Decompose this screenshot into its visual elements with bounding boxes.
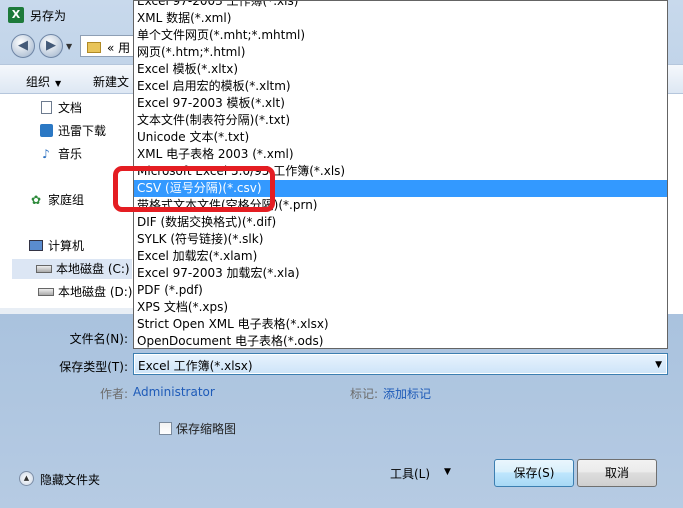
file-type-option[interactable]: Excel 97-2003 工作簿(*.xls) [134, 1, 667, 10]
sidebar-item-computer[interactable]: 计算机 [28, 236, 84, 256]
folder-icon [87, 42, 101, 53]
file-type-option[interactable]: XML 电子表格 2003 (*.xml) [134, 146, 667, 163]
sidebar-scroll-overflow [0, 308, 134, 314]
file-type-option[interactable]: OpenDocument 电子表格(*.ods) [134, 333, 667, 348]
file-type-option[interactable]: XML 数据(*.xml) [134, 10, 667, 27]
save-type-select[interactable]: Excel 工作簿(*.xlsx) ▼ [133, 353, 668, 375]
chevron-down-icon: ▼ [55, 79, 62, 88]
music-icon: ♪ [42, 147, 50, 161]
file-type-option[interactable]: Excel 97-2003 加载宏(*.xla) [134, 265, 667, 282]
collapse-up-icon[interactable]: ▲ [19, 471, 34, 486]
file-type-option[interactable]: 文本文件(制表符分隔)(*.txt) [134, 112, 667, 129]
cancel-button[interactable]: 取消 [577, 459, 657, 487]
file-type-option[interactable]: Excel 启用宏的模板(*.xltm) [134, 78, 667, 95]
chevron-down-icon[interactable]: ▼ [444, 467, 451, 477]
address-text: « 用 [107, 41, 131, 55]
sidebar-item-xunlei-downloads[interactable]: 迅雷下载 [38, 121, 106, 141]
sidebar-item-label: 本地磁盘 (C:) [56, 262, 130, 276]
file-type-option[interactable]: Strict Open XML 电子表格(*.xlsx) [134, 316, 667, 333]
address-bar[interactable]: « 用 [80, 35, 140, 57]
back-arrow-icon: ◀ [18, 38, 28, 53]
drive-icon [36, 265, 52, 273]
author-value[interactable]: Administrator [133, 385, 215, 399]
file-type-option[interactable]: Excel 模板(*.xltx) [134, 61, 667, 78]
file-type-option[interactable]: Unicode 文本(*.txt) [134, 129, 667, 146]
forward-arrow-icon: ▶ [46, 38, 56, 53]
download-icon [39, 124, 53, 137]
forward-button[interactable]: ▶ [39, 34, 63, 58]
organize-button[interactable]: 组织 ▼ [26, 73, 61, 90]
sidebar-item-homegroup[interactable]: ✿ 家庭组 [28, 190, 84, 210]
recent-locations-dropdown[interactable]: ▼ [66, 42, 72, 51]
document-icon [40, 101, 52, 114]
window-title: 另存为 [30, 9, 67, 23]
file-type-option[interactable]: XPS 文档(*.xps) [134, 299, 667, 316]
sidebar-item-documents[interactable]: 文档 [38, 98, 82, 118]
sidebar-item-label: 音乐 [58, 147, 83, 161]
filename-label: 文件名(N): [69, 332, 128, 346]
file-type-option[interactable]: Excel 加载宏(*.xlam) [134, 248, 667, 265]
excel-app-icon: X [8, 7, 24, 23]
new-folder-label: 新建文 [93, 75, 130, 89]
sidebar-item-drive-d[interactable]: 本地磁盘 (D:) [38, 282, 132, 302]
tags-value[interactable]: 添加标记 [383, 385, 431, 402]
file-type-option[interactable]: Microsoft Excel 5.0/95 工作簿(*.xls) [134, 163, 667, 180]
file-type-option[interactable]: 网页(*.htm;*.html) [134, 44, 667, 61]
save-type-dropdown-list: Excel 97-2003 工作簿(*.xls) XML 数据(*.xml) 单… [133, 0, 668, 349]
save-button[interactable]: 保存(S) [494, 459, 574, 487]
chevron-down-icon: ▼ [655, 360, 662, 370]
back-button[interactable]: ◀ [11, 34, 35, 58]
sidebar-item-label: 迅雷下载 [58, 124, 107, 138]
homegroup-icon: ✿ [30, 193, 42, 207]
sidebar-item-label: 文档 [58, 101, 83, 115]
file-type-option[interactable]: 带格式文本文件(空格分隔)(*.prn) [134, 197, 667, 214]
sidebar-item-label: 家庭组 [48, 193, 85, 207]
author-label: 作者: [100, 387, 129, 401]
file-type-option[interactable]: DIF (数据交换格式)(*.dif) [134, 214, 667, 231]
file-type-option-selected[interactable]: CSV (逗号分隔)(*.csv) [134, 180, 667, 197]
organize-label: 组织 [26, 75, 51, 89]
sidebar-item-music[interactable]: ♪ 音乐 [38, 144, 82, 164]
save-as-dialog: X 另存为 ◀ ▶ ▼ « 用 组织 ▼ 新建文 文档 迅雷下载 ♪ 音乐 ✿ 家庭组 [0, 0, 683, 508]
file-type-option[interactable]: PDF (*.pdf) [134, 282, 667, 299]
save-thumbnail-checkbox[interactable] [159, 422, 172, 435]
sidebar-item-label: 计算机 [48, 239, 85, 253]
file-type-option[interactable]: 单个文件网页(*.mht;*.mhtml) [134, 27, 667, 44]
sidebar-item-drive-c[interactable]: 本地磁盘 (C:) [12, 259, 132, 279]
hide-folders-button[interactable]: 隐藏文件夹 [40, 471, 100, 488]
drive-icon [38, 288, 54, 296]
tags-label: 标记: [350, 387, 379, 401]
save-thumbnail-label: 保存缩略图 [176, 422, 237, 436]
save-type-label: 保存类型(T): [59, 360, 128, 374]
sidebar-item-label: 本地磁盘 (D:) [58, 285, 133, 299]
save-type-value: Excel 工作簿(*.xlsx) [138, 359, 253, 373]
file-type-option[interactable]: Excel 97-2003 模板(*.xlt) [134, 95, 667, 112]
new-folder-button[interactable]: 新建文 [93, 73, 129, 90]
tools-button[interactable]: 工具(L) [390, 465, 430, 482]
computer-icon [29, 240, 43, 251]
file-type-option[interactable]: SYLK (符号链接)(*.slk) [134, 231, 667, 248]
